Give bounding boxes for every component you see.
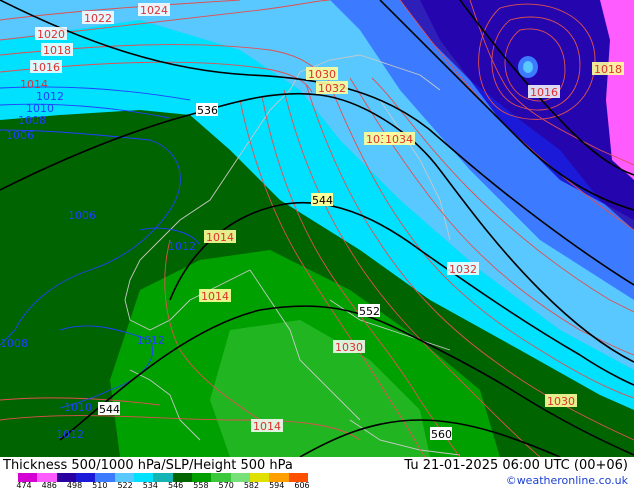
colorbar-tick: 606 <box>294 481 310 490</box>
isobar-label: 1018 <box>594 63 622 76</box>
colorbar-tick: 522 <box>117 481 133 490</box>
isobar-label: 1010 <box>64 401 92 414</box>
isobar-label: 1016 <box>32 61 60 74</box>
isobar-label: 1006 <box>6 129 34 142</box>
colorbar-tick: 498 <box>66 481 83 490</box>
colorbar-tick: 534 <box>142 481 158 490</box>
isobar-label: 1032 <box>449 263 477 276</box>
isobar-label: 1012 <box>137 334 165 347</box>
colorbar-tick: 570 <box>218 481 234 490</box>
isobar-label: 1030 <box>335 341 363 354</box>
colorbar-tick: 558 <box>193 481 209 490</box>
colorbar-tick: 474 <box>16 481 32 490</box>
isobar-label: 1006 <box>68 209 96 222</box>
colorbar-tick: 546 <box>167 481 184 490</box>
isobar-label: 1030 <box>547 395 575 408</box>
isobar-label: 1018 <box>43 44 71 57</box>
isobar-label: 1016 <box>530 86 558 99</box>
height-label: 536 <box>197 104 218 117</box>
height-label: 544 <box>312 194 333 207</box>
isobar-label: 1034 <box>385 133 413 146</box>
colorbar-tick: 582 <box>243 481 260 490</box>
height-label: 552 <box>359 305 380 318</box>
height-label: 560 <box>431 428 452 441</box>
map-footer: Thickness 500/1000 hPa/SLP/Height 500 hP… <box>0 457 634 490</box>
isobar-label: 1022 <box>84 12 112 25</box>
colorbar-tick: 486 <box>41 481 57 490</box>
weather-map: 1024 1022 1020 1018 1016 1014 1012 1010 … <box>0 0 634 457</box>
isobar-label: 1014 <box>253 420 281 433</box>
isobar-label: 1024 <box>140 4 168 17</box>
isobar-label: 1014 <box>206 231 234 244</box>
isobar-label: 1030 <box>308 68 336 81</box>
isobar-label: 1008 <box>18 114 46 127</box>
isobar-label: 1008 <box>0 337 28 350</box>
colorbar-tick: 594 <box>269 481 285 490</box>
isobar-label: 1014 <box>201 290 229 303</box>
credit-link[interactable]: ©weatheronline.co.uk <box>506 474 628 487</box>
isobar-label: 1012 <box>168 240 196 253</box>
isobar-label: 1032 <box>318 82 346 95</box>
isobar-label: 1012 <box>56 428 84 441</box>
colorbar-tick: 510 <box>92 481 108 490</box>
isobar-label: 1020 <box>37 28 65 41</box>
map-title: Thickness 500/1000 hPa/SLP/Height 500 hP… <box>3 458 293 473</box>
height-label: 544 <box>99 403 120 416</box>
valid-time: Tu 21-01-2025 06:00 UTC (00+06) <box>404 458 628 473</box>
